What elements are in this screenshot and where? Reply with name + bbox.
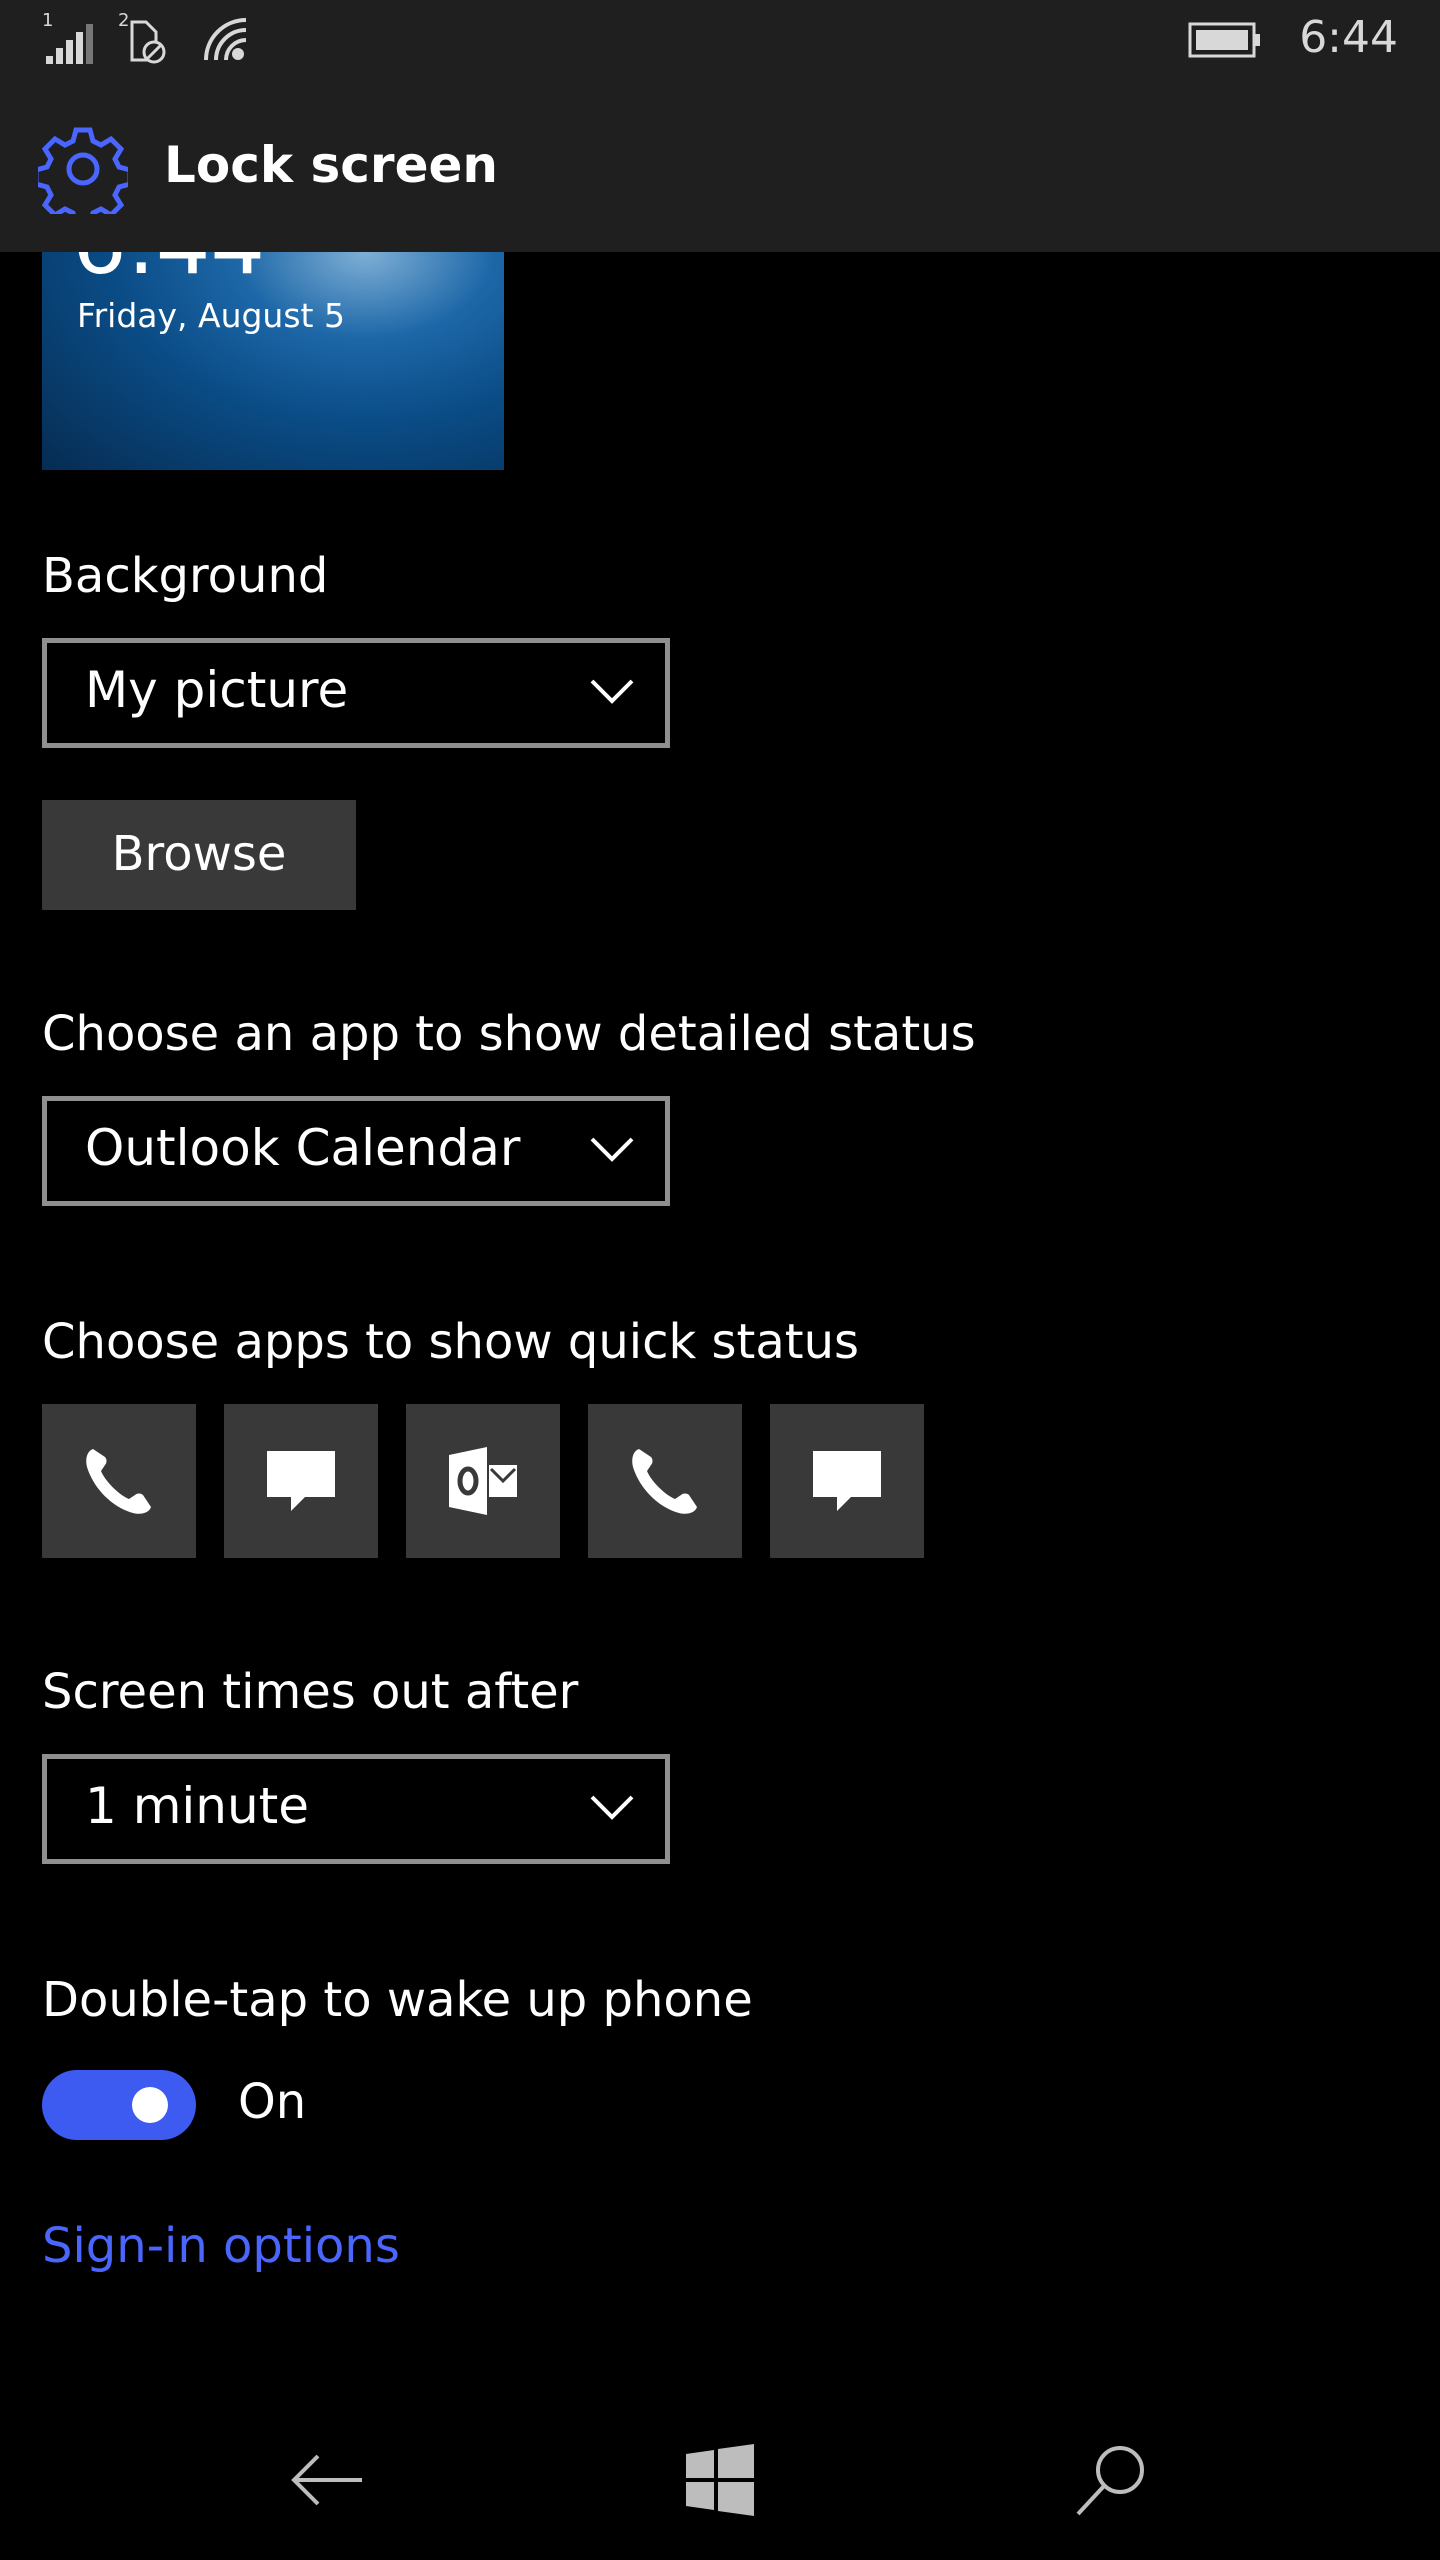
- timeout-label: Screen times out after: [42, 1664, 579, 1720]
- message-icon: [813, 1451, 881, 1511]
- double-tap-state: On: [238, 2074, 307, 2130]
- lock-screen-preview: 6:44 Friday, August 5: [42, 252, 504, 470]
- quick-status-slot-5[interactable]: [770, 1404, 924, 1558]
- status-time: 6:44: [1299, 12, 1398, 63]
- background-dropdown[interactable]: My picture: [42, 638, 670, 748]
- background-label: Background: [42, 548, 329, 604]
- quick-status-slot-2[interactable]: [224, 1404, 378, 1558]
- navigation-bar: [0, 2400, 1440, 2560]
- message-icon: [267, 1451, 335, 1511]
- detailed-status-label: Choose an app to show detailed status: [42, 1006, 976, 1062]
- status-bar: 1 2 6:44: [0, 0, 1440, 84]
- windows-icon[interactable]: [680, 2440, 760, 2520]
- double-tap-label: Double-tap to wake up phone: [42, 1972, 753, 2028]
- double-tap-toggle[interactable]: [42, 2070, 196, 2140]
- quick-status-slot-1[interactable]: [42, 1404, 196, 1558]
- preview-date: Friday, August 5: [77, 296, 345, 335]
- quick-status-slot-4[interactable]: [588, 1404, 742, 1558]
- outlook-icon: [449, 1447, 517, 1515]
- phone-icon: [86, 1449, 151, 1514]
- timeout-dropdown[interactable]: 1 minute: [42, 1754, 670, 1864]
- timeout-dropdown-value: 1 minute: [85, 1777, 310, 1835]
- browse-button[interactable]: Browse: [42, 800, 356, 910]
- detailed-status-dropdown-value: Outlook Calendar: [85, 1119, 521, 1177]
- wifi-icon: [204, 18, 247, 61]
- sim2-label: 2: [118, 10, 129, 31]
- sim1-label: 1: [42, 10, 53, 31]
- browse-button-label: Browse: [111, 826, 287, 882]
- chevron-down-icon: [590, 1137, 634, 1162]
- quick-status-slot-3[interactable]: [406, 1404, 560, 1558]
- sim2-no-service-icon: 2: [118, 10, 166, 64]
- toggle-knob: [132, 2087, 168, 2123]
- battery-icon: [1188, 22, 1260, 58]
- preview-clock: 6:44: [72, 252, 265, 294]
- sign-in-options-link[interactable]: Sign-in options: [42, 2218, 400, 2274]
- chevron-down-icon: [590, 679, 634, 704]
- detailed-status-dropdown[interactable]: Outlook Calendar: [42, 1096, 670, 1206]
- quick-status-label: Choose apps to show quick status: [42, 1314, 860, 1370]
- page-header: Lock screen: [0, 84, 1440, 252]
- phone-icon: [632, 1449, 697, 1514]
- chevron-down-icon: [590, 1795, 634, 1820]
- search-icon[interactable]: [1072, 2440, 1152, 2520]
- back-icon[interactable]: [288, 2440, 368, 2520]
- gear-icon: [38, 127, 128, 214]
- background-dropdown-value: My picture: [85, 661, 349, 719]
- signal-strength-icon: 1: [42, 10, 93, 64]
- page-title: Lock screen: [164, 136, 498, 194]
